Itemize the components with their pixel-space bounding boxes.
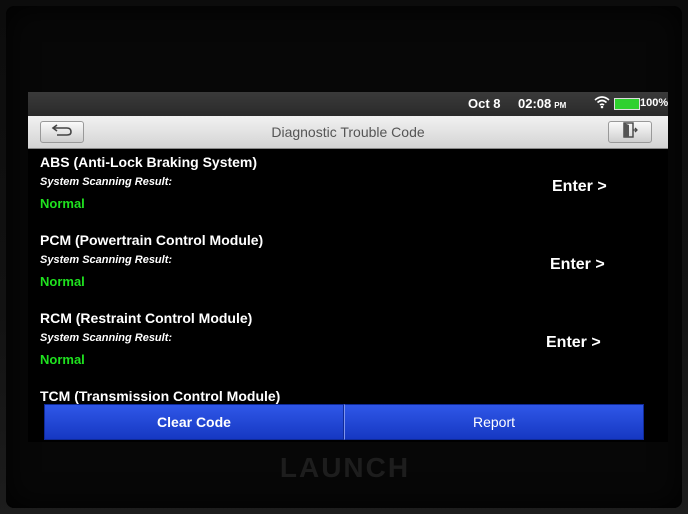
module-name: PCM (Powertrain Control Module) — [40, 232, 264, 248]
enter-button[interactable]: Enter > — [550, 256, 605, 274]
module-status: Normal — [40, 274, 85, 289]
device-screen: Oct 8 02:08 PM 100% Diagnostic Trouble Co… — [28, 92, 668, 442]
exit-button[interactable] — [608, 121, 652, 143]
enter-button[interactable]: Enter > — [552, 178, 607, 196]
brand-logo: LAUNCH — [279, 452, 411, 483]
status-date: Oct 8 — [468, 96, 501, 111]
status-time-value: 02:08 — [518, 96, 552, 111]
module-status: Normal — [40, 352, 85, 367]
exit-door-icon — [622, 121, 638, 143]
battery-icon — [614, 98, 640, 110]
wifi-icon — [594, 95, 610, 112]
module-status: Normal — [40, 196, 85, 211]
scan-result-label: System Scanning Result: — [40, 254, 173, 266]
title-bar: Diagnostic Trouble Code — [28, 116, 668, 149]
module-name: RCM (Restraint Control Module) — [40, 310, 253, 326]
scan-result-label: System Scanning Result: — [40, 332, 173, 344]
list-item: PCM (Powertrain Control Module) System S… — [28, 226, 668, 304]
status-time-ampm: PM — [554, 101, 567, 110]
battery-percent: 100% — [640, 97, 668, 109]
list-item: RCM (Restraint Control Module) System Sc… — [28, 304, 668, 382]
module-name: TCM (Transmission Control Module) — [40, 388, 281, 404]
page-title: Diagnostic Trouble Code — [271, 124, 425, 140]
list-item: ABS (Anti-Lock Braking System) System Sc… — [28, 148, 668, 226]
module-name: ABS (Anti-Lock Braking System) — [40, 154, 258, 170]
status-bar: Oct 8 02:08 PM 100% — [28, 92, 668, 116]
action-bar: Clear Code Report — [44, 404, 644, 440]
scan-result-label: System Scanning Result: — [40, 176, 173, 188]
clear-code-button[interactable]: Clear Code — [44, 404, 344, 440]
enter-button[interactable]: Enter > — [546, 334, 601, 352]
module-list: ABS (Anti-Lock Braking System) System Sc… — [28, 148, 668, 442]
status-time: 02:08 PM — [518, 96, 566, 111]
report-button[interactable]: Report — [344, 404, 644, 440]
